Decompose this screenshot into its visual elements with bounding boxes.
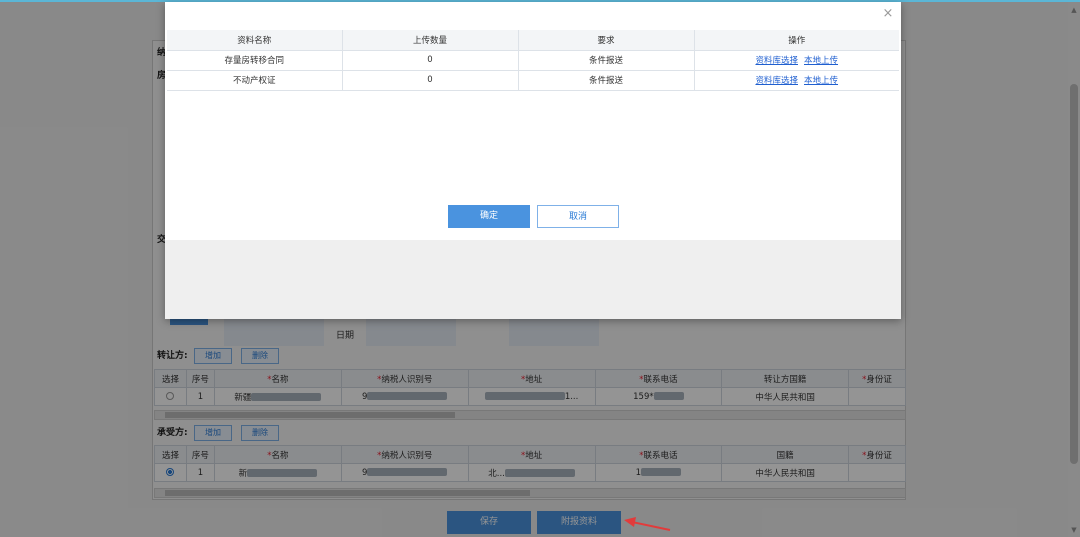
col-action: 操作 xyxy=(694,30,899,51)
dialog-footer-area xyxy=(165,240,901,319)
requirement: 条件报送 xyxy=(518,70,695,91)
cancel-button[interactable]: 取消 xyxy=(537,205,619,228)
library-select-link[interactable]: 资料库选择 xyxy=(755,56,798,66)
action-cell: 资料库选择 本地上传 xyxy=(694,50,899,71)
scroll-down-icon[interactable]: ▼ xyxy=(1070,526,1078,534)
attachments-header-row: 资料名称 上传数量 要求 操作 xyxy=(167,30,899,51)
attachments-table: 资料名称 上传数量 要求 操作 存量房转移合同 0 条件报送 资料库选择 本地上传… xyxy=(167,30,899,91)
material-name: 不动产权证 xyxy=(167,70,343,91)
table-row: 存量房转移合同 0 条件报送 资料库选择 本地上传 xyxy=(167,50,899,71)
close-icon[interactable]: × xyxy=(881,7,895,21)
confirm-button[interactable]: 确定 xyxy=(448,205,530,228)
table-row: 不动产权证 0 条件报送 资料库选择 本地上传 xyxy=(167,70,899,91)
vertical-scroll-thumb[interactable] xyxy=(1070,84,1078,464)
upload-count: 0 xyxy=(342,70,519,91)
local-upload-link[interactable]: 本地上传 xyxy=(804,76,838,86)
col-upload-count: 上传数量 xyxy=(342,30,519,51)
col-requirement: 要求 xyxy=(518,30,695,51)
library-select-link[interactable]: 资料库选择 xyxy=(755,76,798,86)
requirement: 条件报送 xyxy=(518,50,695,71)
col-material-name: 资料名称 xyxy=(167,30,343,51)
red-arrow-annotation xyxy=(624,517,671,531)
material-name: 存量房转移合同 xyxy=(167,50,343,71)
attachments-dialog: × 资料名称 上传数量 要求 操作 存量房转移合同 0 条件报送 资料库选择 本地… xyxy=(165,2,901,319)
scroll-up-icon[interactable]: ▲ xyxy=(1070,6,1078,14)
upload-count: 0 xyxy=(342,50,519,71)
local-upload-link[interactable]: 本地上传 xyxy=(804,56,838,66)
action-cell: 资料库选择 本地上传 xyxy=(694,70,899,91)
